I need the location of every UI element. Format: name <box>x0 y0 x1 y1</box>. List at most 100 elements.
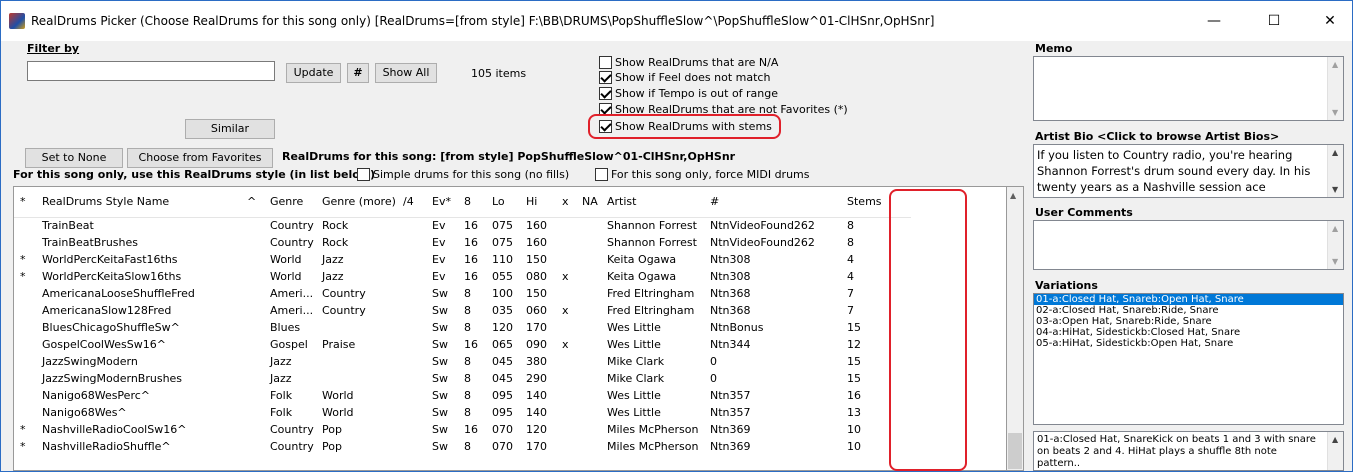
cell-artist: Shannon Forrest <box>607 219 697 233</box>
user-comments-box[interactable]: ▲ ▼ <box>1033 220 1344 270</box>
cell-na <box>576 370 601 387</box>
checkbox-feel-mismatch[interactable] <box>599 71 612 84</box>
choose-from-favorites-button[interactable]: Choose from Favorites <box>127 148 273 168</box>
table-row[interactable]: * NashvilleRadioShuffle^ Country Pop Sw 8 070 1… <box>14 438 911 455</box>
col-header-genre[interactable]: Genre <box>264 187 316 218</box>
col-header-x[interactable]: x <box>556 187 576 218</box>
cell-artist: Keita Ogawa <box>607 253 677 266</box>
variation-item[interactable]: 05-a:HiHat, Sidestickb:Open Hat, Snare <box>1034 338 1343 349</box>
table-row[interactable]: AmericanaSlow128Fred Ameri... Country Sw 8 03… <box>14 302 911 319</box>
update-button[interactable]: Update <box>286 63 341 83</box>
option-simple-drums[interactable]: Simple drums for this song (no fills) <box>357 168 569 181</box>
table-row[interactable]: * WorldPercKeitaSlow16ths World Jazz Ev 16 055… <box>14 268 911 285</box>
title-bar: RealDrums Picker (Choose RealDrums for t… <box>1 1 1352 41</box>
cell-x <box>556 404 576 421</box>
table-row[interactable]: Nanigo68Wes^ Folk World Sw 8 095 140 Wes Little… <box>14 404 911 421</box>
cell-x <box>556 251 576 268</box>
cell-genre: Country <box>270 219 314 233</box>
table-row[interactable]: BluesChicagoShuffleSw^ Blues Sw 8 120 170 Wes … <box>14 319 911 336</box>
cell-artist: Wes Little <box>607 338 661 351</box>
cell-na <box>576 268 601 285</box>
col-header-time-sig[interactable]: /4 <box>397 187 426 218</box>
scroll-up-icon[interactable]: ▲ <box>1010 191 1016 200</box>
cell-genre-more: World <box>322 406 354 419</box>
option-feel-mismatch[interactable]: Show if Feel does not match <box>599 71 770 84</box>
cell-x <box>556 319 576 336</box>
col-header-hi[interactable]: Hi <box>520 187 556 218</box>
cell-style-name: JazzSwingModernBrushes <box>42 372 183 385</box>
variation-description-box[interactable]: 01-a:Closed Hat, SnareKick on beats 1 an… <box>1033 431 1344 471</box>
artist-bio-label[interactable]: Artist Bio <Click to browse Artist Bios> <box>1035 130 1279 143</box>
checkbox-force-midi[interactable] <box>595 168 608 181</box>
table-row[interactable]: JazzSwingModern Jazz Sw 8 045 380 Mike Clark 0 1… <box>14 353 911 370</box>
cell-artist: Miles McPherson <box>607 423 699 436</box>
cell-genre: Country <box>270 440 314 453</box>
artist-bio-box[interactable]: If you listen to Country radio, you're h… <box>1033 144 1344 198</box>
table-row[interactable]: JazzSwingModernBrushes Jazz Sw 8 045 290 Mike … <box>14 370 911 387</box>
cell-genre-more <box>316 353 397 370</box>
cell-favorite: * <box>20 253 26 266</box>
col-header-na[interactable]: NA <box>576 187 601 218</box>
col-header-genre-more[interactable]: Genre (more) <box>316 187 397 218</box>
cell-genre: Folk <box>270 406 293 419</box>
hash-button[interactable]: # <box>347 63 369 83</box>
variations-list[interactable]: 01-a:Closed Hat, Snareb:Open Hat, Snare … <box>1033 293 1344 425</box>
table-scrollbar[interactable]: ▲ <box>1007 186 1024 471</box>
col-header-lo[interactable]: Lo <box>486 187 520 218</box>
option-tempo-range[interactable]: Show if Tempo is out of range <box>599 87 778 100</box>
variation-item[interactable]: 02-a:Closed Hat, Snareb:Ride, Snare <box>1034 305 1343 316</box>
memo-scrollbar[interactable]: ▲ ▼ <box>1327 57 1343 120</box>
cell-time-sig <box>397 370 426 387</box>
col-header-subdivision[interactable]: 8 <box>458 187 486 218</box>
minimize-button[interactable]: — <box>1191 9 1237 33</box>
checkbox-tempo-range[interactable] <box>599 87 612 100</box>
variation-item[interactable]: 04-a:HiHat, Sidestickb:Closed Hat, Snare <box>1034 327 1343 338</box>
realdrums-table[interactable]: * RealDrums Style Name ^ Genre Genre (mo… <box>13 186 1007 471</box>
user-comments-scrollbar[interactable]: ▲ ▼ <box>1327 221 1343 269</box>
cell-feel: Sw <box>432 389 448 402</box>
artist-bio-scrollbar[interactable]: ▲ ▼ <box>1327 145 1343 197</box>
memo-box[interactable]: ▲ ▼ <box>1033 56 1344 121</box>
checkbox-simple-drums[interactable] <box>357 168 370 181</box>
col-header-favorite[interactable]: * <box>14 187 36 218</box>
cell-favorite <box>14 285 36 302</box>
col-header-feel[interactable]: Ev* <box>426 187 458 218</box>
col-header-number[interactable]: # <box>704 187 841 218</box>
table-row[interactable]: TrainBeat Country Rock Ev 16 075 160 Shannon Fo… <box>14 217 911 234</box>
variation-item[interactable]: 03-a:Open Hat, Snareb:Ride, Snare <box>1034 316 1343 327</box>
filter-search-input[interactable] <box>27 61 275 81</box>
cell-style-name: NashvilleRadioShuffle^ <box>42 440 171 453</box>
table-row[interactable]: * NashvilleRadioCoolSw16^ Country Pop Sw 16 07… <box>14 421 911 438</box>
table-row[interactable]: TrainBeatBrushes Country Rock Ev 16 075 160 Sha… <box>14 234 911 251</box>
cell-hi: 160 <box>526 236 547 249</box>
option-force-midi[interactable]: For this song only, force MIDI drums <box>595 168 810 181</box>
table-row[interactable]: * WorldPercKeitaFast16ths World Jazz Ev 16 110… <box>14 251 911 268</box>
option-show-na[interactable]: Show RealDrums that are N/A <box>599 56 778 69</box>
cell-subdivision: 8 <box>464 406 471 419</box>
cell-genre: Blues <box>270 321 301 334</box>
cell-subdivision: 8 <box>464 372 471 385</box>
scroll-thumb[interactable] <box>1008 433 1022 469</box>
show-all-button[interactable]: Show All <box>375 63 437 83</box>
cell-caret <box>241 251 264 268</box>
table-row[interactable]: GospelCoolWesSw16^ Gospel Praise Sw 16 065 090… <box>14 336 911 353</box>
checkbox-show-na[interactable] <box>599 56 612 69</box>
set-to-none-button[interactable]: Set to None <box>25 148 123 168</box>
col-header-artist[interactable]: Artist <box>601 187 704 218</box>
variation-description-scrollbar[interactable]: ▲ <box>1327 432 1343 470</box>
close-button[interactable]: ✕ <box>1307 9 1353 33</box>
col-header-style-name[interactable]: RealDrums Style Name <box>36 187 241 218</box>
table-row[interactable]: Nanigo68WesPerc^ Folk World Sw 8 095 140 Wes Li… <box>14 387 911 404</box>
table-row[interactable]: AmericanaLooseShuffleFred Ameri... Country… <box>14 285 911 302</box>
cell-number: NtnVideoFound262 <box>710 219 815 233</box>
cell-lo: 110 <box>492 253 513 266</box>
cell-style-name: GospelCoolWesSw16^ <box>42 338 166 351</box>
maximize-button[interactable]: ☐ <box>1251 9 1297 33</box>
cell-style-name: TrainBeatBrushes <box>42 236 139 249</box>
cell-na <box>576 353 601 370</box>
cell-na <box>576 387 601 404</box>
col-header-caret[interactable]: ^ <box>241 187 264 218</box>
variation-item[interactable]: 01-a:Closed Hat, Snareb:Open Hat, Snare <box>1034 294 1343 305</box>
similar-button[interactable]: Similar <box>185 119 275 139</box>
cell-hi: 150 <box>526 253 547 266</box>
